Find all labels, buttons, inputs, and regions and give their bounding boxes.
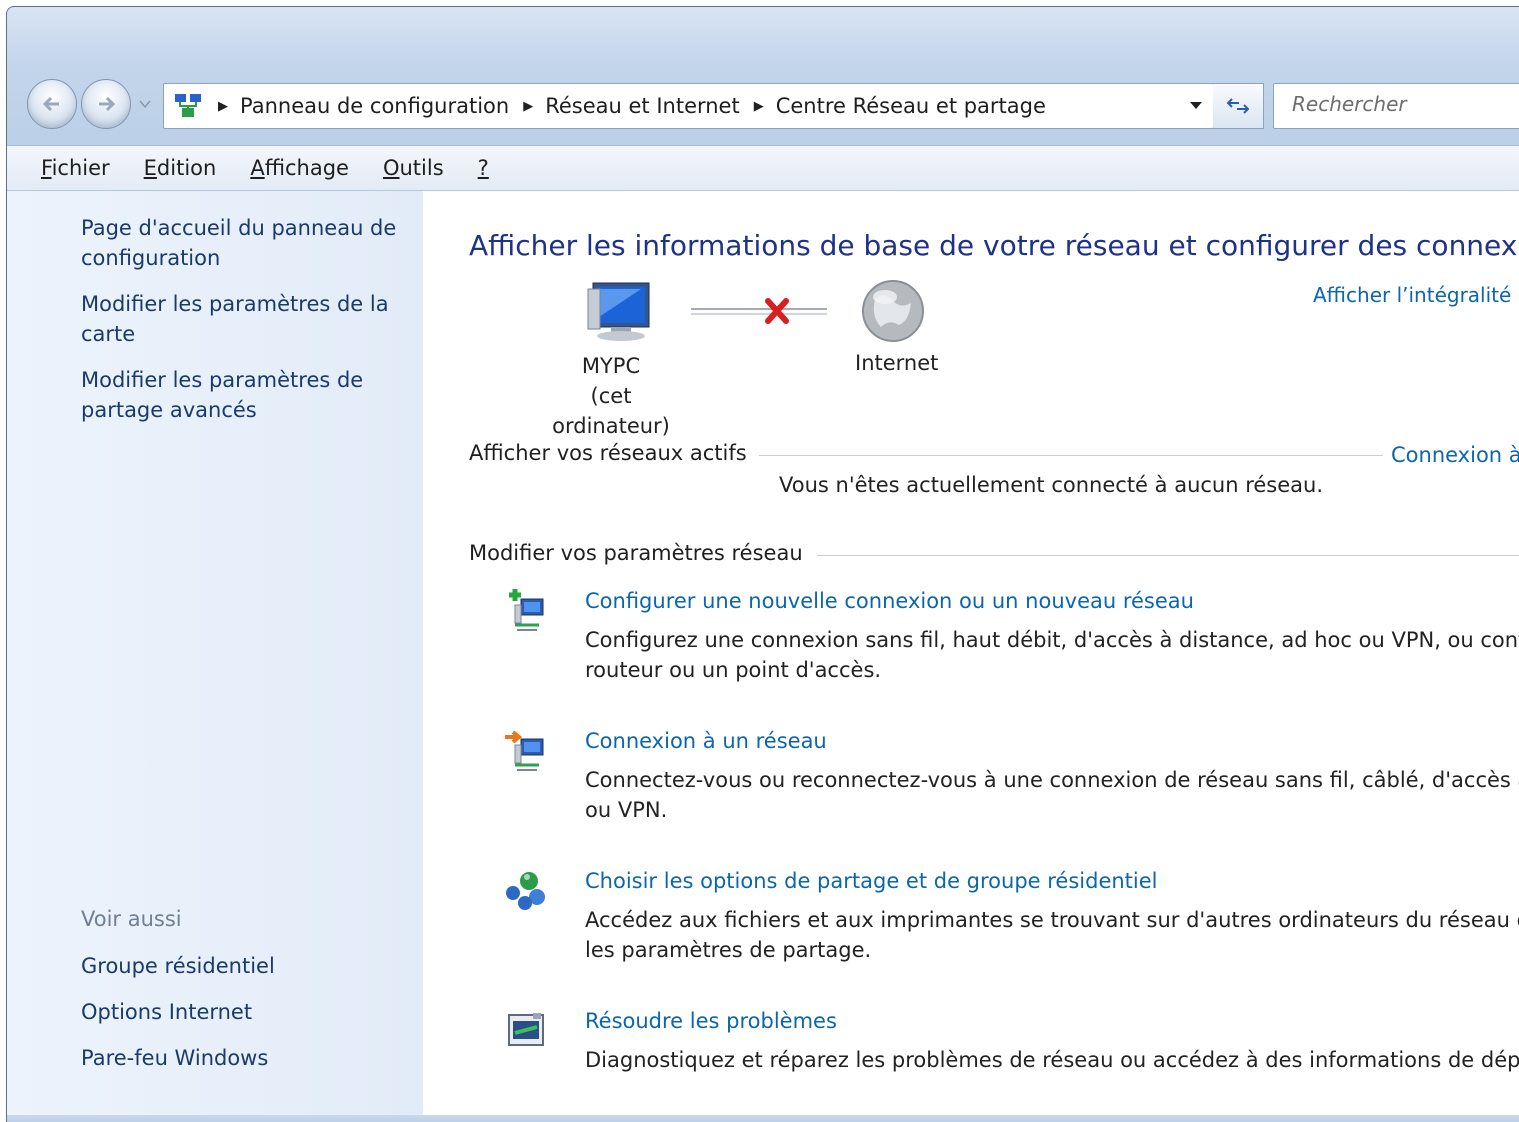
menu-affichage[interactable]: Affichage bbox=[250, 156, 349, 180]
menu-label: ichier bbox=[51, 156, 110, 180]
breadcrumb-control-panel[interactable]: Panneau de configuration bbox=[240, 94, 509, 118]
menu-accel: ? bbox=[477, 156, 489, 180]
task-pane-links: Page d'accueil du panneau de configurati… bbox=[81, 213, 411, 441]
menu-accel: E bbox=[143, 156, 157, 180]
active-networks-heading: Afficher vos réseaux actifs bbox=[469, 441, 747, 465]
menu-label: dition bbox=[156, 156, 217, 180]
menu-fichier[interactable]: Fichier bbox=[41, 156, 110, 180]
task-desc-line: ou VPN. bbox=[585, 798, 668, 822]
internet-globe-icon[interactable] bbox=[862, 280, 924, 342]
sidebar-link-advanced-sharing[interactable]: Modifier les paramètres de partage avanc… bbox=[81, 365, 411, 425]
forward-button[interactable] bbox=[81, 79, 131, 129]
forward-arrow-icon bbox=[99, 96, 116, 112]
address-bar[interactable]: ▶ Panneau de configuration ▶ Réseau et I… bbox=[163, 83, 1214, 129]
main-content: Afficher les informations de base de vot… bbox=[423, 191, 1519, 1121]
computer-subtitle: (cet ordinateur) bbox=[552, 384, 670, 438]
sidebar-link-homegroup[interactable]: Groupe résidentiel bbox=[81, 951, 275, 981]
search-input[interactable] bbox=[1290, 91, 1519, 117]
menu-accel: F bbox=[41, 156, 52, 180]
internet-label: Internet bbox=[855, 351, 939, 375]
task-description: Accédez aux fichiers et aux imprimantes … bbox=[585, 905, 1519, 965]
sidebar-link-adapter-settings[interactable]: Modifier les paramètres de la carte bbox=[81, 289, 411, 349]
network-map bbox=[587, 280, 924, 342]
sidebar-link-control-panel-home[interactable]: Page d'accueil du panneau de configurati… bbox=[81, 213, 411, 273]
menu-label: ffichage bbox=[264, 156, 349, 180]
see-full-map-link[interactable]: Afficher l’intégralité bbox=[1313, 283, 1511, 307]
recent-pages-dropdown-icon[interactable] bbox=[137, 97, 153, 111]
task-desc-line: Connectez-vous ou reconnectez-vous à une… bbox=[585, 768, 1519, 792]
breadcrumb-separator[interactable]: ▶ bbox=[218, 99, 228, 114]
task-link-sharing-options[interactable]: Choisir les options de partage et de gro… bbox=[585, 869, 1158, 893]
breadcrumb-network-sharing-center[interactable]: Centre Réseau et partage bbox=[776, 94, 1046, 118]
menu-label: utils bbox=[399, 156, 444, 180]
task-description: Configurez une connexion sans fil, haut … bbox=[585, 625, 1519, 685]
broken-connection-icon[interactable] bbox=[691, 298, 827, 324]
menu-bar: Fichier Edition Affichage Outils ? bbox=[7, 145, 1519, 191]
breadcrumb-separator[interactable]: ▶ bbox=[754, 99, 764, 114]
menu-outils[interactable]: Outils bbox=[383, 156, 444, 180]
section-divider bbox=[817, 555, 1519, 556]
menu-accel: A bbox=[250, 156, 265, 180]
task-pane: Page d'accueil du panneau de configurati… bbox=[7, 191, 423, 1121]
search-box[interactable] bbox=[1273, 83, 1519, 129]
connect-to-link[interactable]: Connexion à bbox=[1391, 443, 1519, 467]
task-link-troubleshoot[interactable]: Résoudre les problèmes bbox=[585, 1009, 837, 1033]
no-network-status: Vous n'êtes actuellement connecté à aucu… bbox=[779, 473, 1324, 497]
menu-edition[interactable]: Edition bbox=[144, 156, 217, 180]
nav-buttons bbox=[27, 79, 167, 133]
see-also-links: Groupe résidentiel Options Internet Pare… bbox=[81, 951, 275, 1089]
connect-network-icon bbox=[505, 730, 544, 771]
task-description: Diagnostiquez et réparez les problèmes d… bbox=[585, 1045, 1519, 1075]
breadcrumb-network-internet[interactable]: Réseau et Internet bbox=[545, 94, 740, 118]
computer-icon[interactable] bbox=[587, 282, 650, 341]
new-connection-icon bbox=[509, 589, 544, 631]
menu-help[interactable]: ? bbox=[478, 156, 489, 180]
task-desc-line: Diagnostiquez et réparez les problèmes d… bbox=[585, 1048, 1519, 1072]
task-desc-line: routeur ou un point d'accès. bbox=[585, 658, 882, 682]
task-desc-line: Configurez une connexion sans fil, haut … bbox=[585, 628, 1519, 652]
task-link-connect-network[interactable]: Connexion à un réseau bbox=[585, 729, 827, 753]
address-dropdown-icon[interactable] bbox=[1187, 98, 1205, 112]
back-arrow-icon bbox=[42, 96, 59, 112]
back-button[interactable] bbox=[27, 79, 77, 129]
homegroup-sharing-icon bbox=[506, 872, 545, 910]
sidebar-link-internet-options[interactable]: Options Internet bbox=[81, 997, 275, 1027]
refresh-icon bbox=[1226, 98, 1250, 114]
see-also-heading: Voir aussi bbox=[81, 907, 182, 931]
section-divider bbox=[759, 455, 1383, 456]
troubleshoot-icon bbox=[508, 1013, 544, 1046]
breadcrumb-separator[interactable]: ▶ bbox=[523, 99, 533, 114]
network-location-icon bbox=[175, 94, 201, 117]
task-description: Connectez-vous ou reconnectez-vous à une… bbox=[585, 765, 1519, 825]
task-desc-line: Accédez aux fichiers et aux imprimantes … bbox=[585, 908, 1519, 932]
computer-label: MYPC (cet ordinateur) bbox=[533, 351, 689, 441]
task-link-setup-connection[interactable]: Configurer une nouvelle connexion ou un … bbox=[585, 589, 1194, 613]
computer-name: MYPC bbox=[581, 354, 641, 378]
task-desc-line: les paramètres de partage. bbox=[585, 938, 872, 962]
sidebar-link-windows-firewall[interactable]: Pare-feu Windows bbox=[81, 1043, 275, 1073]
refresh-button[interactable] bbox=[1213, 83, 1264, 129]
explorer-window: ▶ Panneau de configuration ▶ Réseau et I… bbox=[6, 6, 1519, 1122]
change-settings-heading: Modifier vos paramètres réseau bbox=[469, 541, 803, 565]
menu-accel: O bbox=[382, 156, 400, 180]
